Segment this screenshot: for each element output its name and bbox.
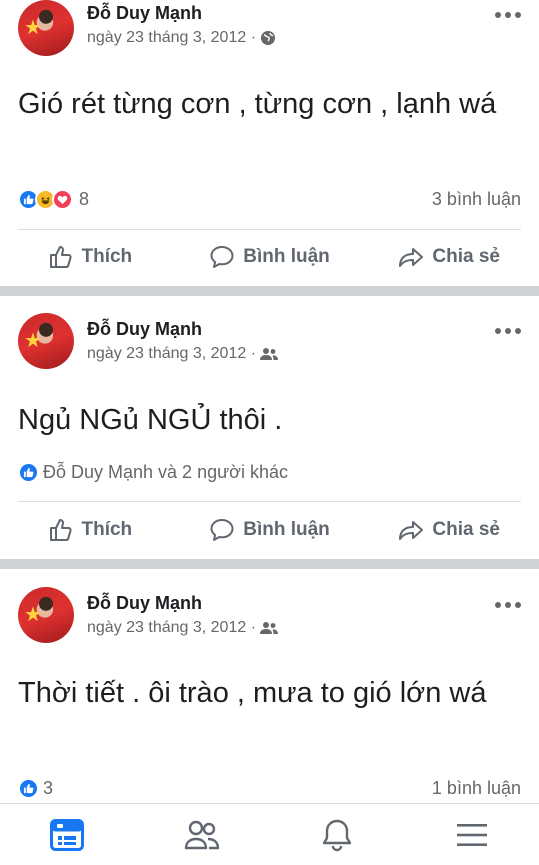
notifications-bell-icon [322,819,352,851]
like-icon [49,246,72,268]
post-date[interactable]: ngày 23 tháng 3, 2012 · [87,619,256,637]
comment-count[interactable]: 1 bình luận [432,778,521,799]
tab-friends[interactable] [135,804,270,865]
post-stats: 8 3 bình luận [18,186,521,212]
like-button[interactable]: Thích [0,510,180,550]
post-meta: ngày 23 tháng 3, 2012 · [87,29,276,47]
like-button[interactable]: Thích [0,237,180,277]
comment-count[interactable]: 3 bình luận [432,189,521,210]
tab-notifications[interactable] [270,804,405,865]
reaction-count[interactable]: 3 [43,778,53,799]
comment-icon [210,519,234,541]
more-options-icon[interactable] [495,328,521,336]
divider [18,501,521,502]
divider [18,229,521,230]
bottom-tab-bar [0,803,539,865]
post-3: ★ Đỗ Duy Mạnh ngày 23 tháng 3, 2012 · Th… [0,569,539,803]
author-avatar[interactable]: ★ [18,587,74,643]
reactions[interactable] [18,461,39,483]
comment-button[interactable]: Bình luận [180,510,360,550]
post-date[interactable]: ngày 23 tháng 3, 2012 · [87,345,256,363]
like-label: Thích [81,246,133,267]
friends-icon [184,820,220,849]
author-name[interactable]: Đỗ Duy Mạnh [87,3,202,24]
share-label: Chia sẻ [432,519,500,540]
like-reaction-icon [18,461,39,483]
tab-news-feed[interactable] [0,804,135,865]
author-name[interactable]: Đỗ Duy Mạnh [87,319,202,340]
star-icon: ★ [24,330,42,352]
more-options-icon[interactable] [495,602,521,610]
comment-label: Bình luận [243,246,330,267]
comment-button[interactable]: Bình luận [180,237,360,277]
share-icon [399,521,424,540]
post-actions: Thích Bình luận Chia sẻ [0,510,539,550]
post-header: ★ Đỗ Duy Mạnh ngày 23 tháng 3, 2012 · [0,569,539,643]
post-header: ★ Đỗ Duy Mạnh ngày 23 tháng 3, 2012 · [0,0,539,70]
share-button[interactable]: Chia sẻ [359,237,539,277]
like-label: Thích [81,519,133,540]
post-1: ★ Đỗ Duy Mạnh ngày 23 tháng 3, 2012 · Gi… [0,0,539,285]
post-header: ★ Đỗ Duy Mạnh ngày 23 tháng 3, 2012 · [0,296,539,369]
author-avatar[interactable]: ★ [18,313,74,369]
tab-menu[interactable] [404,804,539,865]
globe-icon [261,31,276,45]
friends-icon [260,622,279,634]
post-separator [0,286,539,296]
share-label: Chia sẻ [432,246,500,267]
post-text: Ngủ NGủ NGỦ thôi . [18,404,283,436]
like-reaction-icon [18,777,39,799]
post-stats: Đỗ Duy Mạnh và 2 người khác [18,459,521,485]
star-icon: ★ [24,604,42,626]
menu-icon [456,823,487,846]
share-icon [399,248,424,267]
reacted-by[interactable]: Đỗ Duy Mạnh và 2 người khác [43,462,288,483]
post-text: Gió rét từng cơn , từng cơn , lạnh wá [18,88,497,120]
comment-icon [210,246,234,268]
reaction-count[interactable]: 8 [79,189,89,210]
post-meta: ngày 23 tháng 3, 2012 · [87,619,279,637]
love-reaction-icon [52,188,73,210]
post-date[interactable]: ngày 23 tháng 3, 2012 · [87,29,256,47]
more-options-icon[interactable] [495,12,521,20]
comment-label: Bình luận [243,519,330,540]
post-actions: Thích Bình luận Chia sẻ [0,237,539,277]
post-separator [0,559,539,569]
post-text: Thời tiết . ôi trào , mưa to gió lớn wá [18,677,487,709]
star-icon: ★ [24,17,42,39]
share-button[interactable]: Chia sẻ [359,510,539,550]
post-meta: ngày 23 tháng 3, 2012 · [87,345,279,363]
post-2: ★ Đỗ Duy Mạnh ngày 23 tháng 3, 2012 · Ng… [0,296,539,558]
author-name[interactable]: Đỗ Duy Mạnh [87,593,202,614]
like-icon [49,519,72,541]
reactions[interactable] [18,777,39,799]
reactions[interactable] [18,188,73,210]
author-avatar[interactable]: ★ [18,0,74,56]
news-feed-icon [50,818,85,851]
post-stats: 3 1 bình luận [18,775,521,801]
friends-icon [260,348,279,360]
